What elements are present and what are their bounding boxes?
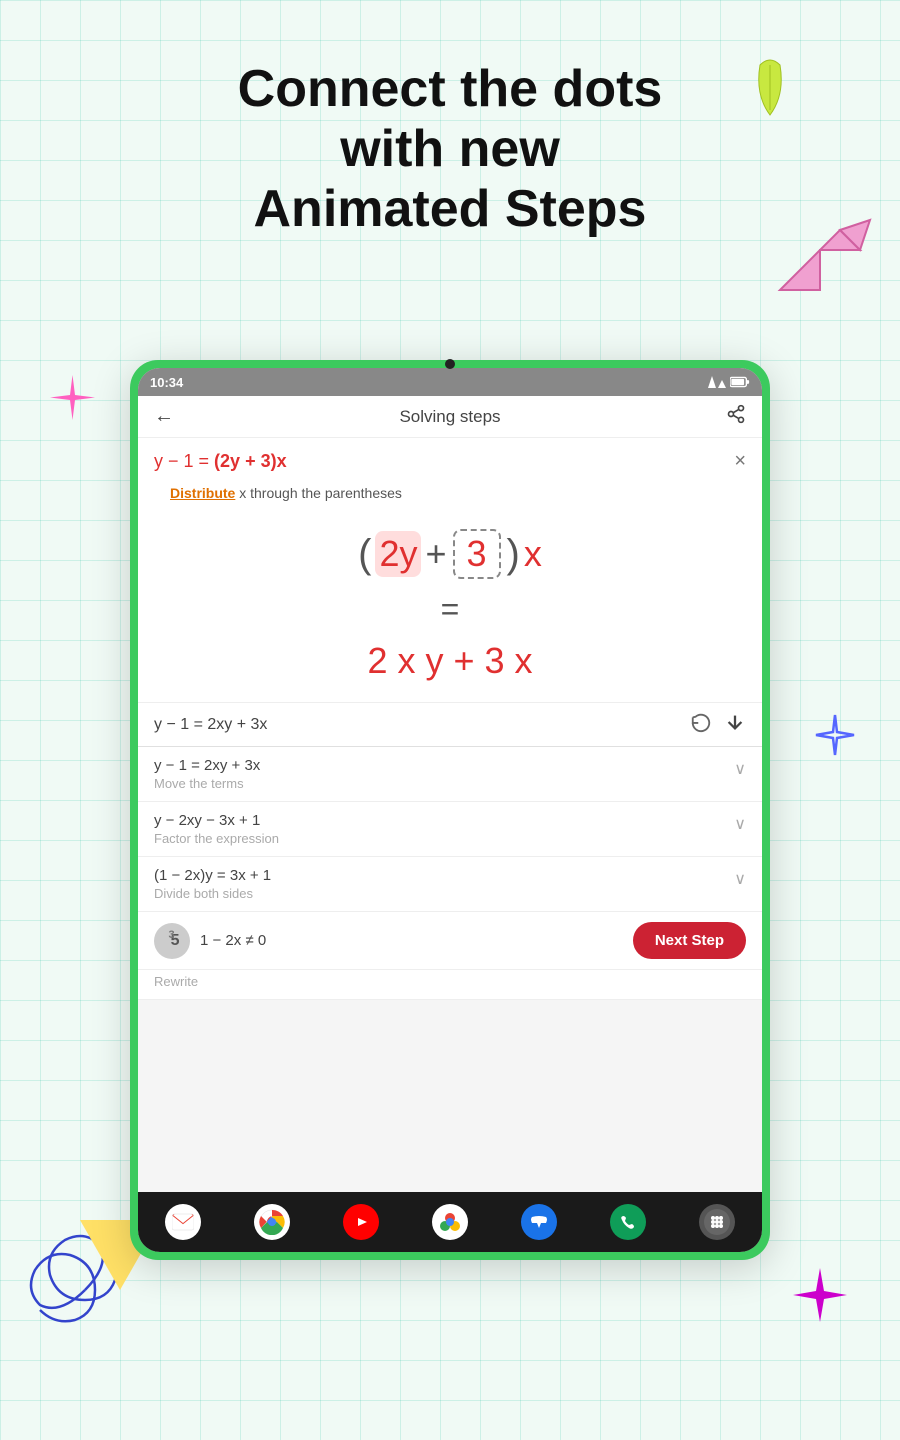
active-step-equation: 1 − 2x ≠ 0 bbox=[200, 932, 266, 949]
bottom-nav bbox=[138, 1192, 762, 1252]
phone-logo bbox=[615, 1209, 641, 1235]
star-blue-decoration bbox=[810, 710, 860, 760]
undo-icon bbox=[690, 711, 712, 733]
tablet-camera bbox=[445, 359, 455, 369]
step-item-content: (1 − 2x)y = 3x + 1 Divide both sides bbox=[154, 867, 271, 901]
share-icon bbox=[726, 404, 746, 424]
status-icons bbox=[708, 376, 750, 388]
steps-list: y − 1 = 2xy + 3x Move the terms ∨ y − 2x… bbox=[138, 747, 762, 1192]
step-item-label: Move the terms bbox=[154, 776, 260, 791]
status-bar: 10:34 bbox=[138, 368, 762, 396]
chrome-logo bbox=[259, 1209, 285, 1235]
undo-button[interactable] bbox=[690, 711, 712, 738]
equals-sign: = bbox=[441, 591, 460, 628]
youtube-logo bbox=[348, 1212, 374, 1232]
headline: Connect the dots with new Animated Steps bbox=[0, 60, 900, 239]
apps-icon[interactable] bbox=[699, 1204, 735, 1240]
active-step-left: 3 5 1 − 2x ≠ 0 bbox=[154, 923, 266, 959]
step-item-equation: (1 − 2x)y = 3x + 1 bbox=[154, 867, 271, 884]
apps-logo bbox=[704, 1209, 730, 1235]
step-actions bbox=[690, 711, 746, 738]
status-time: 10:34 bbox=[150, 375, 183, 390]
chevron-down-icon: ∨ bbox=[734, 869, 746, 889]
chevron-down-icon: ∨ bbox=[734, 814, 746, 834]
star-magenta-decoration bbox=[790, 1265, 850, 1325]
step-item-label: Factor the expression bbox=[154, 831, 279, 846]
photos-logo bbox=[437, 1209, 463, 1235]
step-desc-rest: x through the parentheses bbox=[235, 485, 402, 501]
close-button[interactable]: × bbox=[734, 450, 746, 473]
tablet-device: 10:34 ← Solving steps bbox=[130, 360, 770, 1260]
step-number-badge: 3 5 bbox=[154, 923, 190, 959]
big-expression: ( 2y + 3 ) x bbox=[358, 529, 542, 579]
chevron-down-icon: ∨ bbox=[734, 759, 746, 779]
down-arrow-icon bbox=[724, 711, 746, 733]
gmail-icon[interactable] bbox=[165, 1204, 201, 1240]
equation-header: y − 1 = (2y + 3)x × bbox=[138, 438, 762, 481]
active-step-area: y − 1 = (2y + 3)x × Distribute x through… bbox=[138, 438, 762, 747]
step-item[interactable]: y − 1 = 2xy + 3x Move the terms ∨ bbox=[138, 747, 762, 802]
step-description: Distribute x through the parentheses bbox=[138, 481, 762, 509]
tablet-screen: 10:34 ← Solving steps bbox=[138, 368, 762, 1252]
rewrite-label: Rewrite bbox=[138, 970, 762, 999]
phone-icon[interactable] bbox=[610, 1204, 646, 1240]
next-step-button[interactable]: Next Step bbox=[633, 922, 746, 959]
active-step-item: 3 5 1 − 2x ≠ 0 Next Step Rewrite bbox=[138, 912, 762, 1000]
animation-area: ( 2y + 3 ) x = 2 x y + 3 x bbox=[138, 509, 762, 702]
star-pink-decoration bbox=[45, 370, 100, 425]
step-item-content: y − 1 = 2xy + 3x Move the terms bbox=[154, 757, 260, 791]
messages-icon[interactable] bbox=[521, 1204, 557, 1240]
step-item-equation: y − 1 = 2xy + 3x bbox=[154, 757, 260, 774]
step-item-label: Divide both sides bbox=[154, 886, 271, 901]
chrome-icon[interactable] bbox=[254, 1204, 290, 1240]
step-item-equation: y − 2xy − 3x + 1 bbox=[154, 812, 279, 829]
photos-icon[interactable] bbox=[432, 1204, 468, 1240]
nav-title: Solving steps bbox=[399, 407, 500, 427]
gmail-logo bbox=[172, 1213, 194, 1231]
step-footer: y − 1 = 2xy + 3x bbox=[138, 702, 762, 746]
step-result-equation: y − 1 = 2xy + 3x bbox=[154, 716, 267, 734]
result-expression: 2 x y + 3 x bbox=[367, 640, 532, 682]
step-desc-highlight: Distribute bbox=[170, 485, 235, 501]
nav-bar: ← Solving steps bbox=[138, 396, 762, 438]
signal-icon bbox=[708, 376, 726, 388]
youtube-icon[interactable] bbox=[343, 1204, 379, 1240]
step-item[interactable]: y − 2xy − 3x + 1 Factor the expression ∨ bbox=[138, 802, 762, 857]
next-step-arrow-button[interactable] bbox=[724, 711, 746, 738]
equation-display: y − 1 = (2y + 3)x bbox=[154, 451, 287, 472]
step-item-content: y − 2xy − 3x + 1 Factor the expression bbox=[154, 812, 279, 846]
share-button[interactable] bbox=[726, 404, 746, 429]
step-item[interactable]: (1 − 2x)y = 3x + 1 Divide both sides ∨ bbox=[138, 857, 762, 912]
messages-logo bbox=[526, 1209, 552, 1235]
battery-icon bbox=[730, 376, 750, 388]
back-button[interactable]: ← bbox=[154, 405, 174, 428]
active-step-row: 3 5 1 − 2x ≠ 0 Next Step bbox=[138, 912, 762, 970]
